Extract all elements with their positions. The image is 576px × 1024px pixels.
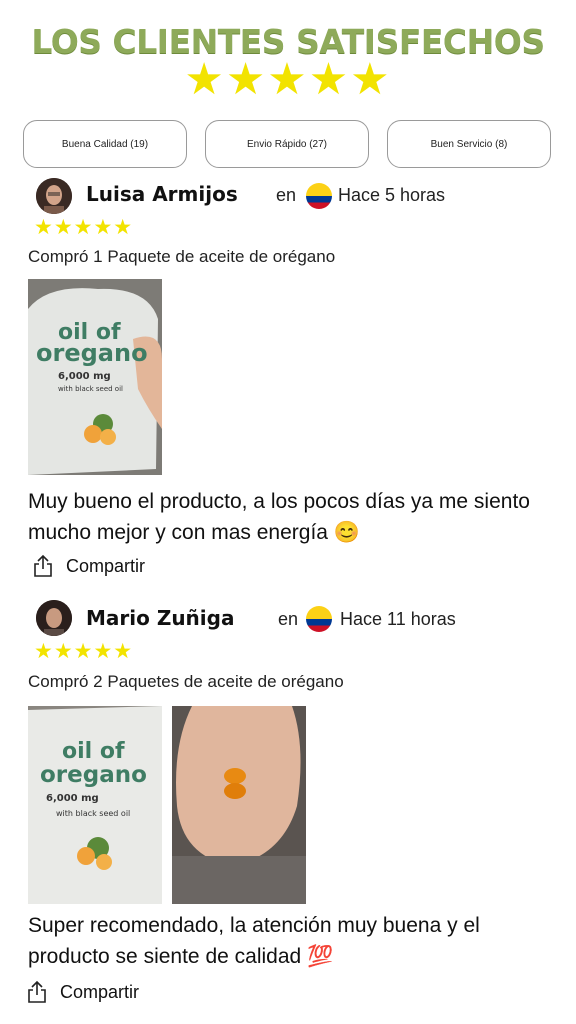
share-label: Compartir [60,981,140,1002]
filter-buen-servicio-button[interactable]: Buen Servicio (8) [387,120,551,168]
location-prefix: en [278,609,299,629]
share-icon [28,980,46,1003]
review-time: Hace 11 horas [340,609,456,629]
review-stars: ★★★★★ [34,639,134,663]
location-prefix: en [276,185,297,205]
review-card: Luisa Armijos en Hace 5 horas ★★★★★ Comp… [0,176,576,586]
reviewer-name: Luisa Armijos [86,182,238,206]
review-photo[interactable]: oil of oregano 6,000 mg with black seed … [28,279,162,475]
colombia-flag-icon [306,606,332,632]
bag-text-dose: 6,000 mg [58,371,111,382]
review-comment: Muy bueno el producto, a los pocos días … [28,490,530,544]
share-label: Compartir [66,555,146,576]
filter-envio-rapido-button[interactable]: Envio Rápido (27) [205,120,369,168]
bag-text-dose: 6,000 mg [46,793,99,804]
review-comment: Super recomendado, la atención muy buena… [28,914,480,968]
avatar [36,600,72,636]
colombia-flag-icon [306,183,332,209]
bag-text-oregano: oregano [40,762,147,788]
review-photo[interactable]: oil of oregano 6,000 mg with black seed … [28,706,162,904]
rating-stars-header: ★★★★★ [184,54,392,105]
share-button[interactable]: Compartir [24,978,139,1006]
review-card: Mario Zuñiga en Hace 11 horas ★★★★★ Comp… [0,600,576,1020]
bag-text-oil-of: oil of [62,739,125,764]
filter-buena-calidad-button[interactable]: Buena Calidad (19) [23,120,187,168]
share-icon [34,554,52,577]
purchase-info: Compró 1 Paquete de aceite de orégano [28,247,336,266]
review-photo[interactable] [172,706,306,904]
reviewer-name: Mario Zuñiga [86,606,235,630]
avatar [36,178,72,214]
review-stars: ★★★★★ [34,215,134,239]
purchase-info: Compró 2 Paquetes de aceite de orégano [28,672,344,691]
bag-text-seed: with black seed oil [56,809,130,818]
bag-text-oregano: oregano [36,339,148,367]
review-time: Hace 5 horas [338,185,446,205]
bag-text-seed: with black seed oil [58,385,123,393]
filter-bar: Buena Calidad (19) Envio Rápido (27) Bue… [23,120,551,168]
share-button[interactable]: Compartir [30,552,145,580]
